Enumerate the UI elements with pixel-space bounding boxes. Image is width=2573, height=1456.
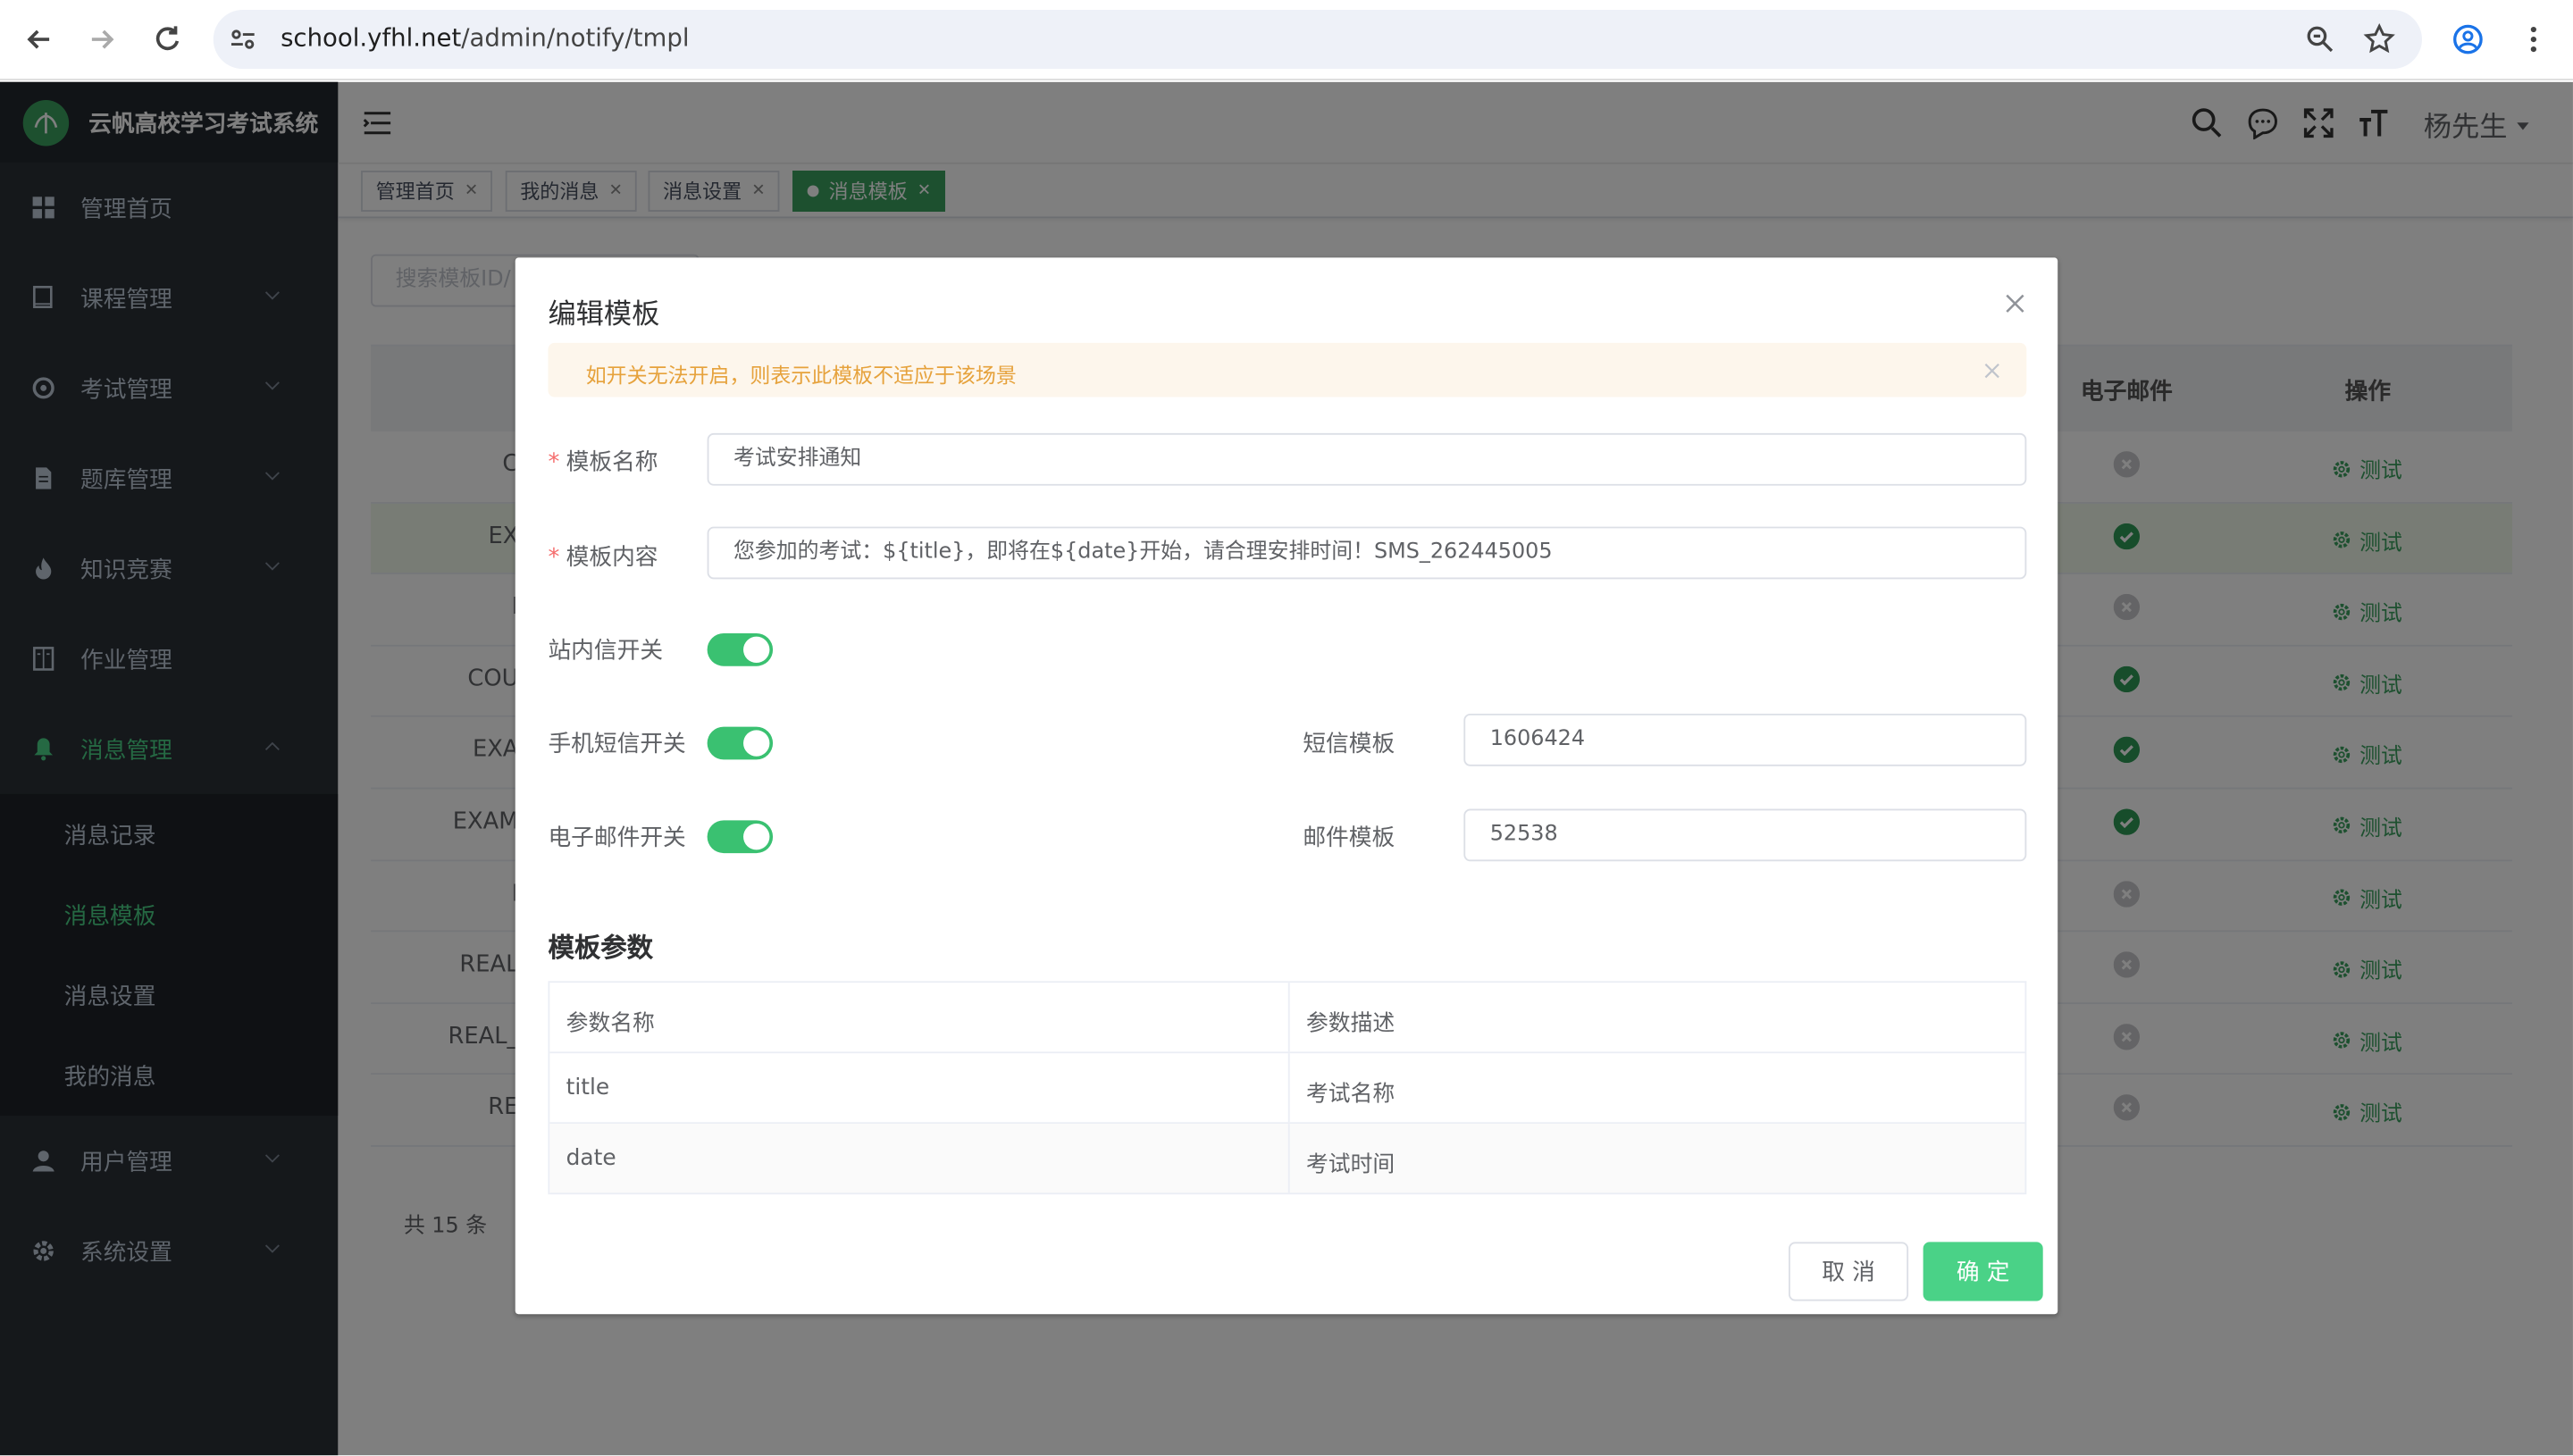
param-desc-header: 参数描述 xyxy=(1306,1010,1395,1037)
reload-icon[interactable] xyxy=(147,20,187,59)
site-settings-icon[interactable] xyxy=(223,20,263,59)
browser-menu-icon[interactable] xyxy=(2514,20,2553,59)
confirm-button[interactable]: 确 定 xyxy=(1923,1242,2043,1301)
zoom-icon[interactable] xyxy=(2301,20,2340,59)
email-switch-label: 电子邮件开关 xyxy=(548,824,686,852)
template-name-label: * 模板名称 xyxy=(548,449,658,476)
sms-switch[interactable] xyxy=(707,726,774,760)
inbox-switch[interactable] xyxy=(707,632,774,666)
param-desc: 考试时间 xyxy=(1306,1151,1395,1178)
close-icon[interactable] xyxy=(1984,363,2000,379)
profile-icon[interactable] xyxy=(2448,20,2487,59)
browser-toolbar: school.yfhl.net/admin/notify/tmpl xyxy=(0,0,2573,80)
sms-template-input[interactable]: 1606424 xyxy=(1463,713,2027,766)
alert-text: 如开关无法开启，则表示此模板不适应于该场景 xyxy=(585,362,1017,388)
bookmark-star-icon[interactable] xyxy=(2359,20,2399,59)
forward-icon[interactable] xyxy=(82,20,122,59)
address-bar[interactable]: school.yfhl.net/admin/notify/tmpl xyxy=(213,10,2422,70)
url-text: school.yfhl.net/admin/notify/tmpl xyxy=(281,22,690,53)
param-name-header: 参数名称 xyxy=(566,1010,655,1037)
template-name-input[interactable]: 考试安排通知 xyxy=(707,432,2027,486)
table-row: date 考试时间 xyxy=(549,1124,2025,1195)
params-header-row: 参数名称 参数描述 xyxy=(549,983,2025,1054)
email-template-input[interactable]: 52538 xyxy=(1463,808,2027,862)
email-template-label: 邮件模板 xyxy=(1303,824,1395,852)
template-content-input[interactable]: 您参加的考试：${title}，即将在${date}开始，请合理安排时间！SMS… xyxy=(707,526,2027,580)
inbox-switch-label: 站内信开关 xyxy=(548,638,664,665)
close-icon[interactable] xyxy=(2005,294,2024,314)
sms-switch-label: 手机短信开关 xyxy=(548,732,686,758)
edit-template-dialog: 编辑模板 如开关无法开启，则表示此模板不适应于该场景 * 模板名称 考试安排通知 … xyxy=(515,257,2058,1315)
dialog-title: 编辑模板 xyxy=(548,298,660,332)
param-name: title xyxy=(566,1075,610,1101)
cancel-button[interactable]: 取 消 xyxy=(1789,1242,1909,1301)
sms-template-label: 短信模板 xyxy=(1303,732,1395,758)
params-table: 参数名称 参数描述 title 考试名称 date 考试时间 xyxy=(548,981,2027,1195)
email-switch[interactable] xyxy=(707,820,774,854)
back-icon[interactable] xyxy=(20,20,59,59)
params-section-title: 模板参数 xyxy=(548,932,654,964)
template-content-label: * 模板内容 xyxy=(548,544,658,572)
table-row: title 考试名称 xyxy=(549,1053,2025,1125)
param-name: date xyxy=(566,1145,616,1172)
param-desc: 考试名称 xyxy=(1306,1081,1395,1108)
warning-alert: 如开关无法开启，则表示此模板不适应于该场景 xyxy=(548,342,2027,397)
